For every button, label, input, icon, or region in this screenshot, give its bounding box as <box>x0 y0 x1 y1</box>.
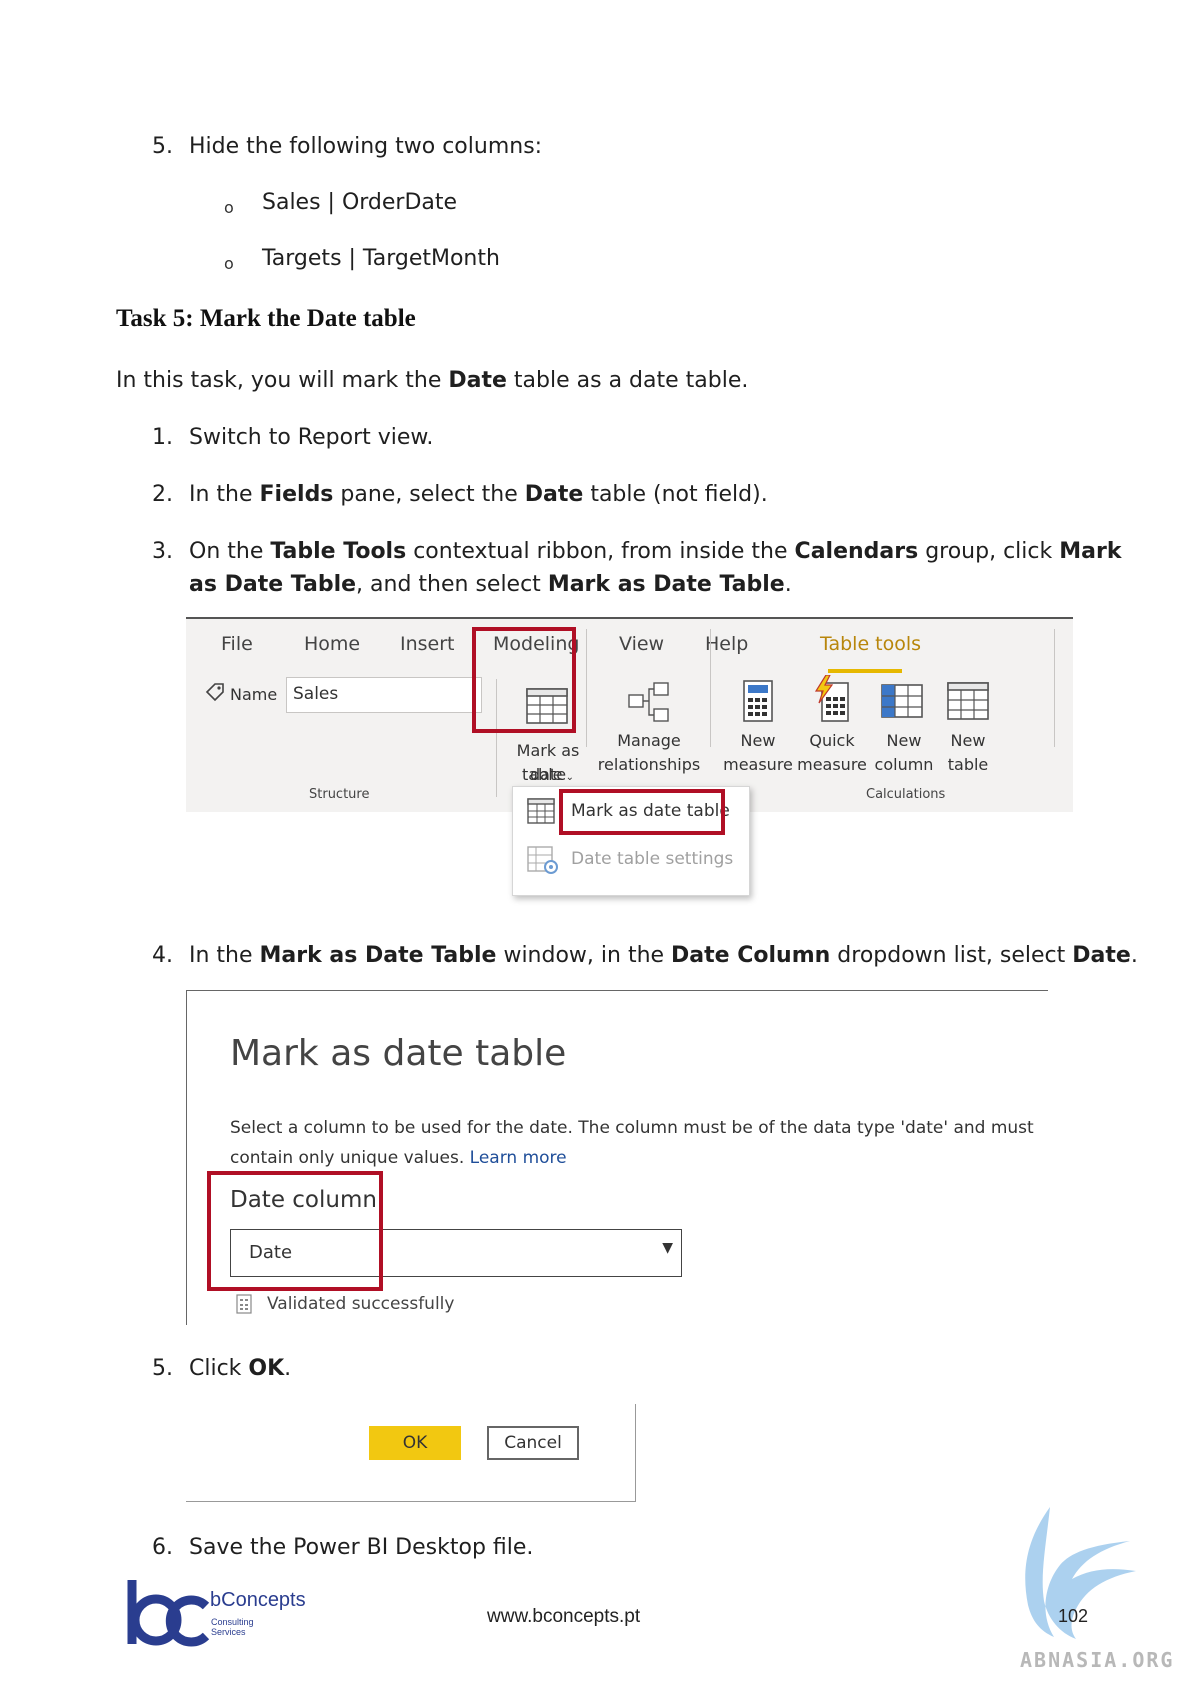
tab-view[interactable]: View <box>619 633 664 655</box>
tag-icon <box>204 681 226 707</box>
mark-as-date-dropdown-menu: Mark as date table Date table settings <box>512 786 750 896</box>
bird-watermark-icon <box>1010 1505 1150 1649</box>
step-text-line2: as Date Table, and then select Mark as D… <box>189 572 792 597</box>
cancel-button[interactable]: Cancel <box>487 1426 579 1460</box>
bullet-item: Sales | OrderDate <box>262 190 458 215</box>
dialog-title: Mark as date table <box>230 1033 567 1074</box>
step-text: In the Mark as Date Table window, in the… <box>189 943 1138 968</box>
step-item: 6. Save the Power BI Desktop file. <box>152 1535 533 1560</box>
ribbon-screenshot: File Home Insert Modeling View Help Tabl… <box>186 617 1073 812</box>
new-column-label: New <box>886 731 922 750</box>
active-tab-underline <box>828 669 902 673</box>
quick-measure-icon <box>812 674 852 727</box>
chevron-down-icon: ▼ <box>662 1240 673 1256</box>
step-text: Switch to Report view. <box>189 425 434 450</box>
name-label: Name <box>230 685 278 704</box>
step-number: 5. <box>152 1356 173 1381</box>
quick-measure-label: Quick <box>809 731 855 750</box>
tab-table-tools[interactable]: Table tools <box>820 633 921 655</box>
new-column-label-2: column <box>874 755 934 774</box>
highlight-box <box>207 1171 383 1291</box>
group-divider <box>710 629 711 747</box>
tab-home[interactable]: Home <box>304 633 360 655</box>
group-label-structure: Structure <box>309 787 370 802</box>
step-number: 6. <box>152 1535 173 1560</box>
name-input[interactable]: Sales <box>286 677 482 713</box>
step-item: 3. On the Table Tools contextual ribbon,… <box>152 539 1121 564</box>
step-text: Hide the following two columns: <box>189 134 543 159</box>
task-heading: Task 5: Mark the Date table <box>116 305 416 332</box>
manage-label-2: relationships <box>597 755 701 774</box>
task-intro: In this task, you will mark the Date tab… <box>116 368 748 393</box>
step-item: 5. Click OK. <box>152 1356 291 1381</box>
group-divider <box>586 629 587 747</box>
intro-bold: Date <box>448 368 507 393</box>
menu-item-date-table-settings[interactable]: Date table settings <box>571 849 733 869</box>
new-table-label-2: table <box>947 755 989 774</box>
dialog-description: Select a column to be used for the date.… <box>230 1118 1034 1168</box>
new-column-icon <box>880 683 924 723</box>
date-settings-icon <box>527 845 559 879</box>
intro-text: table as a date table. <box>506 368 749 393</box>
step-text: In the Fields pane, select the Date tabl… <box>189 482 768 507</box>
step-text: Click OK. <box>189 1356 292 1381</box>
group-label-calculations: Calculations <box>866 787 946 802</box>
bconcepts-logo <box>126 1580 210 1652</box>
group-divider <box>1054 629 1055 747</box>
learn-more-link[interactable]: Learn more <box>470 1148 567 1168</box>
new-table-icon <box>946 681 990 725</box>
step-number: 5. <box>152 134 173 159</box>
highlight-box <box>472 627 576 733</box>
step-number: 1. <box>152 425 173 450</box>
step-number: 4. <box>152 943 173 968</box>
intro-text: In this task, you will mark the <box>116 368 449 393</box>
bullet-marker: o <box>224 254 234 273</box>
tab-insert[interactable]: Insert <box>400 633 455 655</box>
validation-status: Validated successfully <box>267 1294 455 1314</box>
footer-url[interactable]: www.bconcepts.pt <box>487 1606 640 1628</box>
mark-as-date-table-dialog: Mark as date table Select a column to be… <box>186 990 1048 1325</box>
tab-file[interactable]: File <box>221 633 253 655</box>
company-subtitle: Consulting Services <box>211 1617 254 1637</box>
step-item: 1. Switch to Report view. <box>152 425 433 450</box>
relationships-icon <box>628 681 670 727</box>
company-name: bConcepts <box>210 1589 306 1611</box>
calendar-table-icon <box>527 797 555 829</box>
tab-help[interactable]: Help <box>705 633 748 655</box>
step-text: On the Table Tools contextual ribbon, fr… <box>189 539 1122 564</box>
calculator-icon <box>742 679 774 727</box>
ok-button[interactable]: OK <box>369 1426 461 1460</box>
highlight-box <box>559 789 725 835</box>
step-item: 2. In the Fields pane, select the Date t… <box>152 482 768 507</box>
step-number: 2. <box>152 482 173 507</box>
dialog-buttons-screenshot: OK Cancel <box>186 1404 636 1502</box>
step-text: Save the Power BI Desktop file. <box>189 1535 534 1560</box>
step-number: 3. <box>152 539 173 564</box>
manage-label: Manage <box>617 731 681 750</box>
page-number: 102 <box>1058 1606 1089 1626</box>
bullet-item: Targets | TargetMonth <box>262 246 500 271</box>
step-item: 4. In the Mark as Date Table window, in … <box>152 943 1138 968</box>
new-table-label: New <box>950 731 986 750</box>
new-measure-label: New <box>740 731 776 750</box>
bullet-marker: o <box>224 198 234 217</box>
watermark-text: ABNASIA.ORG <box>1020 1648 1175 1672</box>
validation-icon <box>235 1294 253 1318</box>
step-item: 5. Hide the following two columns: <box>152 134 542 159</box>
